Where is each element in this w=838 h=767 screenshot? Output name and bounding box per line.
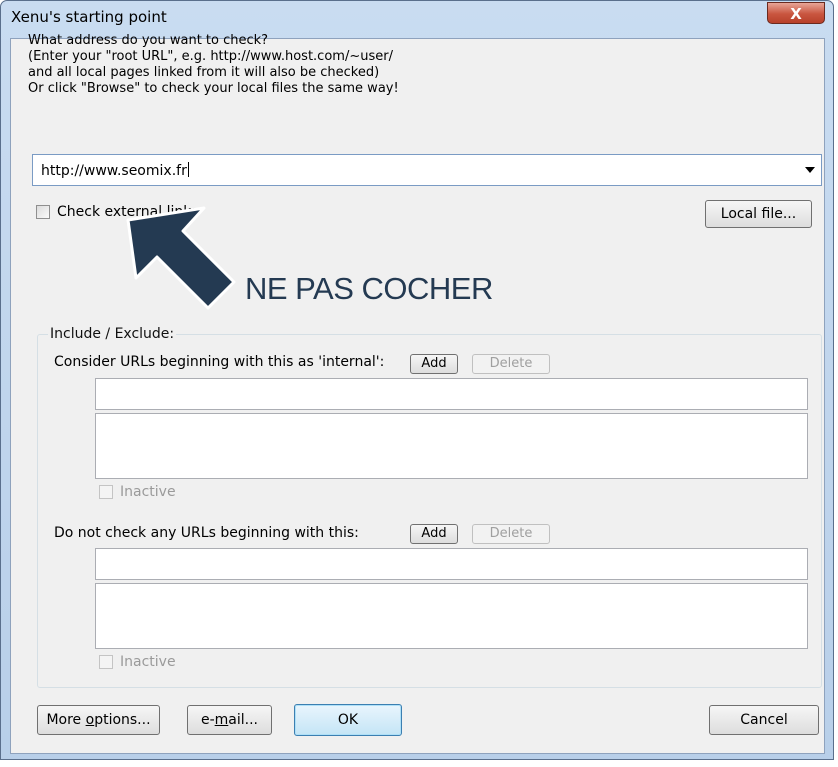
internal-url-input[interactable] [95,378,808,410]
url-combobox[interactable]: http://www.seomix.fr [32,154,822,186]
internal-delete-button[interactable]: Delete [472,354,550,374]
email-label-pre: e- [200,712,215,728]
exclude-url-input[interactable] [95,548,808,580]
annotation-arrow-icon [120,200,240,313]
include-exclude-title: Include / Exclude: [48,326,177,342]
prompt-line: and all local pages linked from it will … [28,65,380,80]
internal-inactive-label[interactable]: Inactive [120,484,176,500]
local-file-button[interactable]: Local file... [705,200,812,228]
window-title: Xenu's starting point [11,8,167,26]
text-caret [187,162,189,177]
chevron-down-icon[interactable] [805,167,815,173]
title-bar[interactable]: Xenu's starting point X [1,1,833,31]
exclude-inactive-label[interactable]: Inactive [120,654,176,670]
prompt-line: Or click "Browse" to check your local fi… [28,81,399,96]
internal-add-button[interactable]: Add [410,354,458,374]
url-input-value[interactable]: http://www.seomix.fr [41,162,189,179]
annotation-text: NE PAS COCHER [245,271,493,306]
internal-urls-label: Consider URLs beginning with this as 'in… [54,354,385,370]
address-prompt: What address do you want to check? (Ente… [28,33,399,97]
prompt-line: (Enter your "root URL", e.g. http://www.… [28,49,393,64]
email-access-key: m [214,712,229,728]
exclude-url-list[interactable] [95,583,808,649]
more-options-label-post: ptions... [94,712,151,728]
close-button[interactable]: X [767,2,825,24]
internal-inactive-checkbox[interactable] [99,485,113,499]
prompt-line: What address do you want to check? [28,33,269,48]
internal-url-list[interactable] [95,413,808,479]
exclude-urls-label: Do not check any URLs beginning with thi… [54,525,359,541]
more-options-button[interactable]: More options... [37,705,160,735]
email-label-post: ail... [228,712,259,728]
exclude-inactive-checkbox[interactable] [99,655,113,669]
cancel-button[interactable]: Cancel [709,705,819,735]
exclude-add-button[interactable]: Add [410,524,458,544]
email-button[interactable]: e-mail... [187,705,272,735]
ok-button[interactable]: OK [294,704,402,736]
more-options-label-pre: More [46,712,86,728]
exclude-delete-button[interactable]: Delete [472,524,550,544]
more-options-access-key: o [85,712,95,728]
check-external-links-checkbox[interactable] [36,205,50,219]
